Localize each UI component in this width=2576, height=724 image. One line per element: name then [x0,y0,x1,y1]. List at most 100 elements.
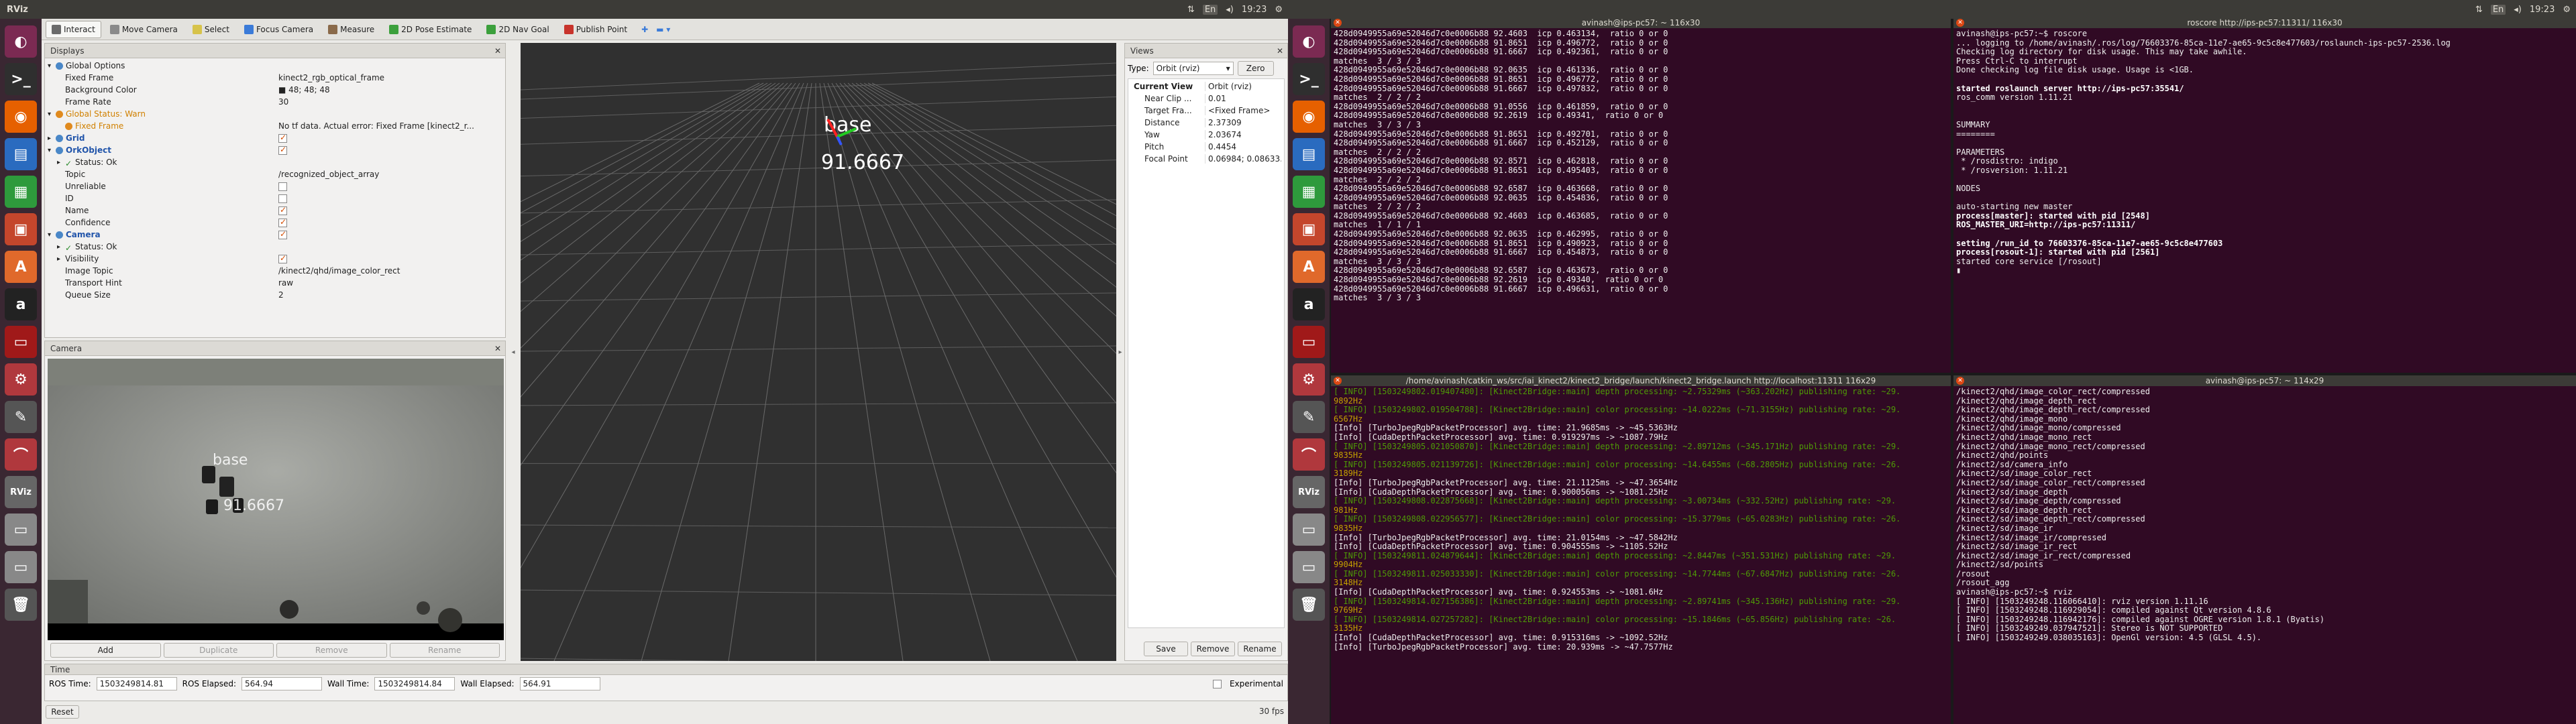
close-icon[interactable]: ✕ [494,46,501,56]
display-checkbox[interactable] [278,254,287,263]
drive-icon[interactable]: ▭ [5,514,37,546]
calc-icon[interactable]: ▦ [5,176,37,208]
view-property-row[interactable]: Near Clip ... 0.01 [1131,93,1281,105]
terminal-icp[interactable]: ✕ avinash@ips-pc57: ~ 116x30 428d0949955a… [1331,17,1951,373]
view-property-row[interactable]: Target Fra... <Fixed Frame> [1131,105,1281,117]
close-icon[interactable]: ✕ [1334,377,1342,385]
terminal-icon[interactable]: >_ [1293,63,1325,95]
display-checkbox[interactable] [278,145,287,155]
clock[interactable]: 19:23 [1242,5,1267,15]
expand-arrow-icon[interactable]: ▸ [57,159,65,166]
gear-icon[interactable]: ⚙ [2563,5,2571,15]
rviz-icon[interactable]: RViz [1293,476,1325,508]
terminal2-icon[interactable]: ▭ [5,326,37,358]
rename-view-button[interactable]: Rename [1238,642,1282,656]
display-row[interactable]: ▾ Global Status: Warn [48,108,502,120]
tool-2d-nav-goal[interactable]: 2D Nav Goal [480,21,555,38]
viewport-splitter-left[interactable]: ◂ [508,43,518,661]
tool-measure[interactable]: Measure [322,21,380,38]
dash-icon[interactable]: ◐ [5,25,37,58]
view-property-row[interactable]: Yaw 2.03674 [1131,129,1281,141]
close-icon[interactable]: ✕ [1277,46,1283,56]
tool-move-camera[interactable]: Move Camera [104,21,184,38]
view-property-row[interactable]: Distance 2.37309 [1131,117,1281,129]
display-row[interactable]: Frame Rate 30 [48,96,502,108]
tool-2d-pose-estimate[interactable]: 2D Pose Estimate [383,21,478,38]
writer-icon[interactable]: ▤ [5,138,37,170]
viewport-splitter-right[interactable]: ▸ [1118,43,1123,661]
expand-arrow-icon[interactable]: ▸ [57,255,65,263]
close-icon[interactable]: ✕ [1956,19,1964,27]
close-icon[interactable]: ✕ [1956,377,1964,385]
close-icon[interactable]: ✕ [494,344,501,353]
views-type-select[interactable]: Orbit (rviz) ▾ [1152,62,1234,75]
clock[interactable]: 19:23 [2530,5,2555,15]
display-row[interactable]: ▾ Global Options [48,60,502,72]
tool-interact[interactable]: Interact [46,20,101,38]
dash-icon[interactable]: ◐ [1293,25,1325,58]
software-center-icon[interactable]: A [5,251,37,283]
rename-display-button[interactable]: Rename [389,643,500,658]
3d-viewport[interactable]: base 91.6667 [521,43,1116,661]
close-icon[interactable]: ✕ [1334,19,1342,27]
view-property-row[interactable]: Pitch 0.4454 [1131,141,1281,153]
editor-icon[interactable]: ✎ [1293,401,1325,433]
display-row[interactable]: Name [48,204,502,217]
amazon-icon[interactable]: a [1293,288,1325,320]
display-row[interactable]: Background Color ■ 48; 48; 48 [48,84,502,96]
expand-arrow-icon[interactable]: ▸ [57,243,65,251]
view-property-row[interactable]: Focal Point 0.06984; 0.08633... [1131,153,1281,165]
display-row[interactable]: ▸ ✓ Status: Ok [48,241,502,253]
software-center-icon[interactable]: A [1293,251,1325,283]
wall-time-field[interactable]: 1503249814.84 [374,677,455,690]
experimental-checkbox[interactable] [1212,679,1222,688]
display-row[interactable]: Image Topic/kinect2/qhd/image_color_rect [48,265,502,277]
tool-focus-camera[interactable]: Focus Camera [238,21,319,38]
zero-button[interactable]: Zero [1237,61,1274,76]
remove-tool-icon[interactable]: ▬ ▾ [656,25,670,34]
volume-icon[interactable]: ◂) [1226,5,1234,15]
display-checkbox[interactable] [278,230,287,239]
display-checkbox[interactable] [278,133,287,143]
expand-arrow-icon[interactable]: ▾ [48,111,56,118]
display-row[interactable]: Queue Size 2 [48,289,502,301]
firefox-icon[interactable]: ◉ [1293,101,1325,133]
wall-elapsed-field[interactable]: 564.91 [519,677,600,690]
expand-arrow-icon[interactable]: ▾ [48,147,56,154]
terminal-icon[interactable]: >_ [5,63,37,95]
drive2-icon[interactable]: ▭ [1293,551,1325,583]
expand-arrow-icon[interactable]: ▾ [48,62,56,70]
rviz-icon[interactable]: RViz [5,476,37,508]
rqt-icon[interactable]: ⌒ [1293,438,1325,471]
display-checkbox[interactable] [278,206,287,215]
save-view-button[interactable]: Save [1144,642,1188,656]
display-row[interactable]: Fixed Frame No tf data. Actual error: Fix… [48,120,502,132]
add-display-button[interactable]: Add [50,643,161,658]
ros-elapsed-field[interactable]: 564.94 [241,677,323,690]
drive-icon[interactable]: ▭ [1293,514,1325,546]
display-row[interactable]: Transport Hint raw [48,277,502,289]
display-checkbox[interactable] [278,182,287,191]
terminal-rviz-log[interactable]: ✕ avinash@ips-pc57: ~ 114x29 /kinect2/qhd… [1953,375,2576,724]
trash-icon[interactable]: 🗑 [1293,589,1325,621]
editor-icon[interactable]: ✎ [5,401,37,433]
settings-icon[interactable]: ⚙ [5,363,37,396]
calc-icon[interactable]: ▦ [1293,176,1325,208]
gear-icon[interactable]: ⚙ [1275,5,1283,15]
terminal-kinect2-bridge[interactable]: ✕/home/avinash/catkin_ws/src/iai_kinect2… [1331,375,1951,724]
display-row[interactable]: Unreliable [48,180,502,192]
terminal-roscore[interactable]: ✕ roscore http://ips-pc57:11311/ 116x30 a… [1953,17,2576,373]
display-row[interactable]: Confidence [48,217,502,229]
display-row[interactable]: ID [48,192,502,204]
network-icon[interactable]: ⇅ [1187,5,1195,15]
remove-view-button[interactable]: Remove [1191,642,1235,656]
impress-icon[interactable]: ▣ [5,213,37,245]
display-row[interactable]: Fixed Frame kinect2_rgb_optical_frame [48,72,502,84]
keyboard-layout-indicator[interactable]: En [1202,4,1218,15]
display-checkbox[interactable] [278,218,287,227]
expand-arrow-icon[interactable]: ▾ [48,231,56,239]
network-icon[interactable]: ⇅ [2475,5,2483,15]
writer-icon[interactable]: ▤ [1293,138,1325,170]
reset-button[interactable]: Reset [46,705,79,719]
expand-arrow-icon[interactable]: ▸ [48,135,56,142]
